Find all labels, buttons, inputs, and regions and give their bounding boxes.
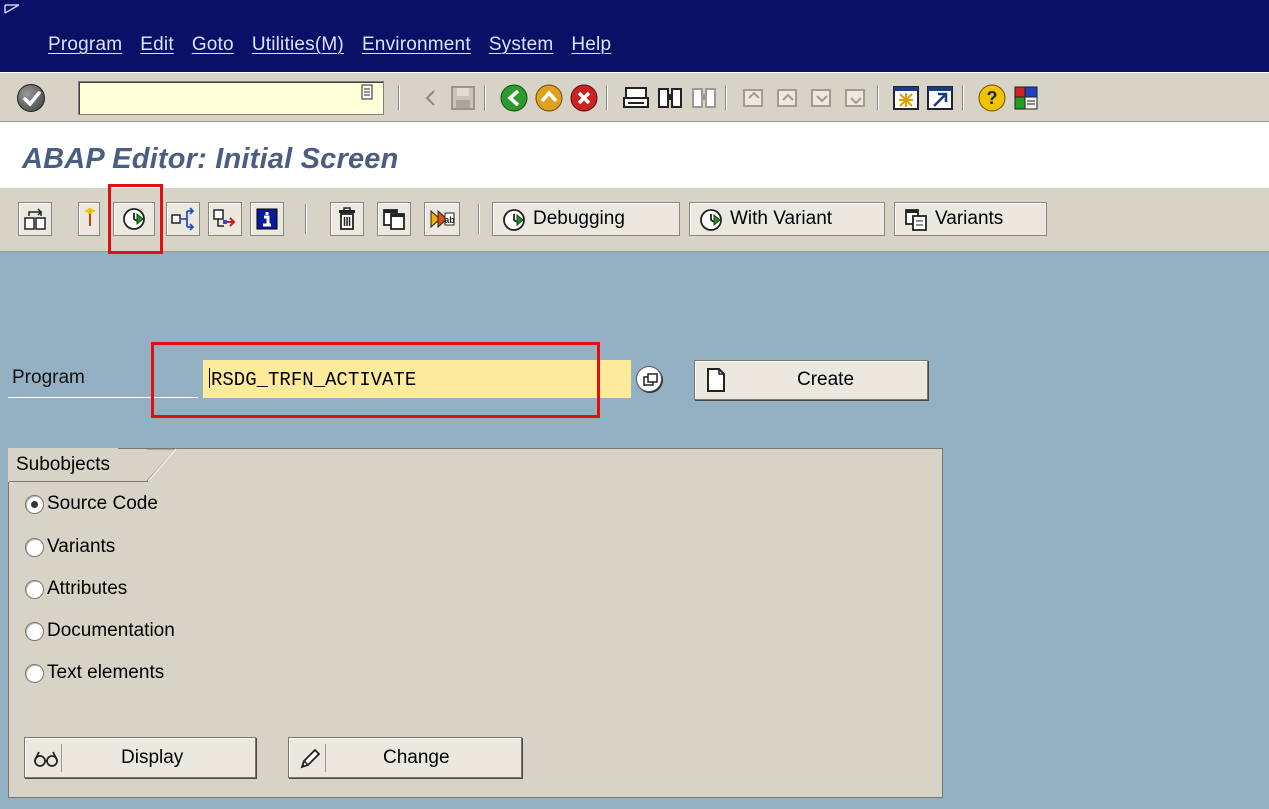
radio-variants[interactable]: Variants bbox=[25, 536, 115, 558]
rename-icon[interactable]: ab bbox=[424, 202, 460, 236]
cancel-icon[interactable] bbox=[568, 82, 600, 114]
next-page-icon[interactable] bbox=[806, 82, 838, 114]
menu-help[interactable]: Help bbox=[571, 34, 611, 56]
button-divider bbox=[61, 744, 62, 772]
back-icon[interactable] bbox=[498, 82, 530, 114]
last-page-icon[interactable] bbox=[840, 82, 872, 114]
history-icon[interactable] bbox=[356, 83, 378, 111]
back-arrow-icon[interactable] bbox=[416, 82, 448, 114]
radio-button[interactable] bbox=[25, 621, 44, 641]
print-icon[interactable] bbox=[620, 82, 652, 114]
radio-text-elements[interactable]: Text elements bbox=[25, 662, 164, 684]
radio-label: Documentation bbox=[47, 620, 175, 641]
debugging-label: Debugging bbox=[533, 208, 625, 229]
radio-button[interactable] bbox=[25, 494, 44, 514]
find-icon[interactable] bbox=[654, 82, 686, 114]
application-toolbar: ab Debugging With Variant Variants bbox=[0, 188, 1269, 252]
variants-icon bbox=[905, 209, 927, 231]
check-icon[interactable] bbox=[78, 202, 100, 236]
pencil-icon bbox=[300, 748, 321, 769]
delete-icon[interactable] bbox=[330, 202, 364, 236]
save-icon[interactable] bbox=[447, 82, 479, 114]
debug-execute-icon bbox=[503, 209, 525, 231]
system-toolbar: ? bbox=[0, 72, 1269, 122]
activate-icon[interactable] bbox=[208, 202, 242, 236]
where-used-icon[interactable] bbox=[166, 202, 200, 236]
toolbar-separator bbox=[725, 85, 727, 111]
radio-button[interactable] bbox=[25, 579, 44, 599]
variants-button[interactable]: Variants bbox=[894, 202, 1047, 236]
group-tab-underline bbox=[9, 481, 148, 482]
radio-documentation[interactable]: Documentation bbox=[25, 620, 175, 642]
menu-items: Program Edit Goto Utilities(M) Environme… bbox=[48, 34, 629, 56]
text-cursor bbox=[209, 368, 210, 388]
display-label: Display bbox=[121, 747, 184, 768]
enter-icon[interactable] bbox=[17, 84, 45, 112]
help-icon[interactable]: ? bbox=[976, 82, 1008, 114]
execute-icon[interactable] bbox=[113, 202, 155, 236]
create-button[interactable]: Create bbox=[694, 360, 928, 400]
copy-icon[interactable] bbox=[377, 202, 411, 236]
button-divider bbox=[325, 744, 326, 772]
subobjects-title: Subobjects bbox=[8, 448, 119, 482]
info-icon[interactable] bbox=[250, 202, 284, 236]
radio-button[interactable] bbox=[25, 537, 44, 557]
radio-label: Attributes bbox=[47, 578, 128, 599]
menu-utilities[interactable]: Utilities(M) bbox=[252, 34, 344, 56]
glasses-icon bbox=[34, 751, 58, 767]
change-label: Change bbox=[383, 747, 450, 768]
radio-attributes[interactable]: Attributes bbox=[25, 578, 127, 600]
previous-page-icon[interactable] bbox=[772, 82, 804, 114]
program-label-underline bbox=[8, 397, 198, 398]
toolbar-separator bbox=[877, 85, 879, 111]
radio-label: Variants bbox=[47, 536, 116, 557]
toolbar-separator bbox=[606, 85, 608, 111]
toolbar-separator bbox=[398, 85, 400, 111]
program-input[interactable]: RSDG_TRFN_ACTIVATE bbox=[203, 360, 631, 398]
layout-menu-icon[interactable] bbox=[1010, 82, 1042, 114]
new-session-icon[interactable] bbox=[890, 82, 922, 114]
change-button[interactable]: Change bbox=[288, 737, 522, 778]
page-title: ABAP Editor: Initial Screen bbox=[22, 143, 399, 175]
exit-icon[interactable] bbox=[533, 82, 565, 114]
find-next-icon[interactable] bbox=[688, 82, 720, 114]
debugging-button[interactable]: Debugging bbox=[492, 202, 680, 236]
group-tab-edge bbox=[146, 448, 178, 482]
toolbar-separator bbox=[962, 85, 964, 111]
toolbar-separator bbox=[484, 85, 486, 111]
radio-button[interactable] bbox=[25, 663, 44, 683]
new-document-icon bbox=[707, 368, 725, 392]
command-field[interactable] bbox=[78, 81, 384, 115]
value-help-icon[interactable] bbox=[636, 366, 662, 392]
radio-label: Source Code bbox=[47, 493, 158, 514]
radio-label: Text elements bbox=[47, 662, 165, 683]
with-variant-label: With Variant bbox=[730, 208, 833, 229]
display-button[interactable]: Display bbox=[24, 737, 256, 778]
create-label: Create bbox=[797, 369, 855, 390]
menu-system[interactable]: System bbox=[489, 34, 554, 56]
svg-text:?: ? bbox=[987, 88, 998, 108]
execute-variant-icon bbox=[700, 209, 722, 231]
svg-text:ab: ab bbox=[444, 215, 455, 225]
other-object-icon[interactable] bbox=[18, 202, 52, 236]
menu-goto[interactable]: Goto bbox=[192, 34, 234, 56]
program-label: Program bbox=[12, 367, 85, 388]
toolbar-separator bbox=[305, 204, 307, 234]
toolbar-separator bbox=[478, 204, 480, 234]
menu-environment[interactable]: Environment bbox=[362, 34, 471, 56]
with-variant-button[interactable]: With Variant bbox=[689, 202, 885, 236]
variants-label: Variants bbox=[935, 208, 1004, 229]
first-page-icon[interactable] bbox=[738, 82, 770, 114]
shortcut-icon[interactable] bbox=[924, 82, 956, 114]
menu-edit[interactable]: Edit bbox=[140, 34, 174, 56]
window-menu-icon[interactable] bbox=[4, 3, 22, 17]
program-input-value: RSDG_TRFN_ACTIVATE bbox=[211, 369, 417, 391]
menu-program[interactable]: Program bbox=[48, 34, 122, 56]
radio-source-code[interactable]: Source Code bbox=[25, 493, 158, 515]
menu-bar: Program Edit Goto Utilities(M) Environme… bbox=[0, 0, 1269, 72]
